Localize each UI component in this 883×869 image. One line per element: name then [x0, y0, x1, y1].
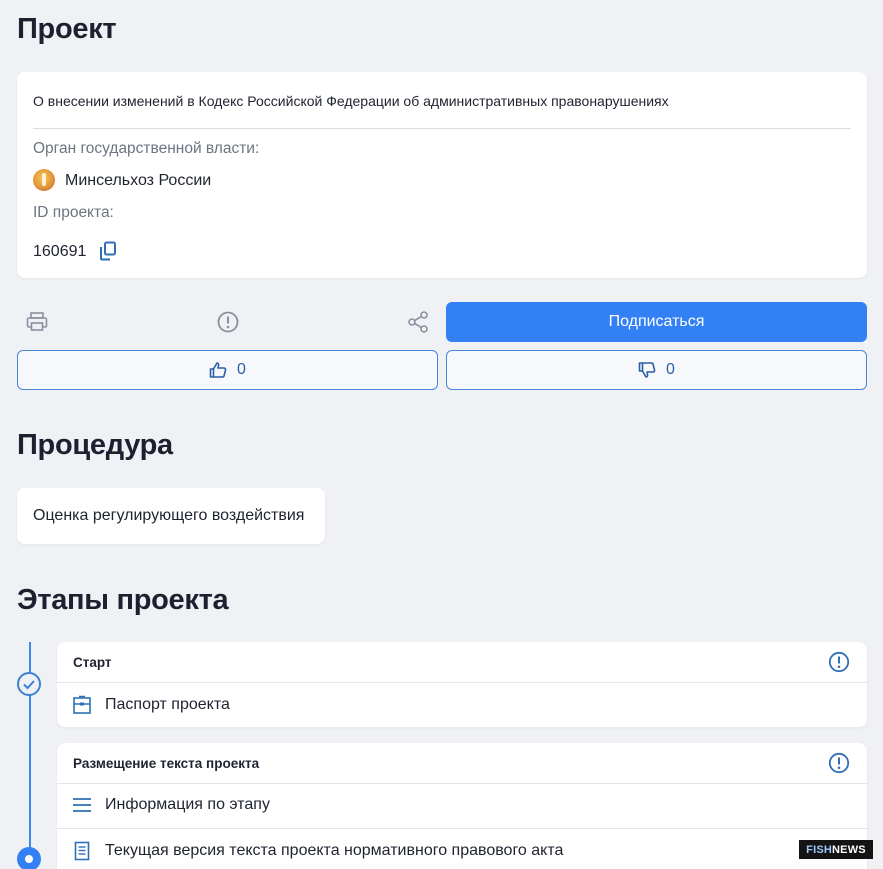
thumbs-up-icon: [209, 362, 227, 378]
dislike-count: 0: [666, 361, 675, 378]
stages-heading: Этапы проекта: [17, 584, 229, 616]
stage-card-text-placement: Размещение текста проекта Информация по …: [57, 743, 867, 869]
fishnews-watermark: FISH NEWS: [799, 840, 873, 859]
divider: [33, 128, 851, 129]
dislike-button[interactable]: 0: [446, 350, 867, 390]
procedure-heading: Процедура: [17, 429, 173, 461]
like-count: 0: [237, 361, 246, 378]
ministry-emblem-icon: [33, 169, 55, 191]
stage-row-link[interactable]: Паспорт проекта: [105, 696, 230, 714]
project-title: О внесении изменений в Кодекс Российской…: [33, 93, 669, 109]
stage-card-start: Старт Паспорт проекта: [57, 642, 867, 727]
menu-lines-icon: [73, 798, 91, 812]
divider: [57, 682, 867, 683]
watermark-part1: FISH: [806, 843, 833, 856]
stage-current-icon: [17, 847, 41, 869]
thumbs-down-icon: [638, 362, 656, 378]
id-value: 160691: [33, 243, 87, 260]
authority-value[interactable]: Минсельхоз России: [65, 172, 211, 190]
authority-label: Орган государственной власти:: [33, 140, 260, 157]
procedure-card: Оценка регулирующего воздействия: [17, 488, 325, 544]
stage-complete-icon: [17, 672, 41, 696]
info-icon[interactable]: [828, 651, 850, 673]
share-icon[interactable]: [406, 310, 430, 334]
subscribe-label: Подписаться: [608, 313, 705, 330]
subscribe-button[interactable]: Подписаться: [446, 302, 867, 342]
report-icon[interactable]: [216, 310, 240, 334]
stage-title: Размещение текста проекта: [73, 756, 260, 771]
like-button[interactable]: 0: [17, 350, 438, 390]
project-heading: Проект: [17, 13, 117, 45]
project-card: О внесении изменений в Кодекс Российской…: [17, 72, 867, 278]
copy-icon[interactable]: [99, 241, 117, 261]
watermark-part2: NEWS: [832, 843, 866, 856]
stage-row-link[interactable]: Информация по этапу: [105, 796, 270, 814]
divider: [57, 783, 867, 784]
print-icon[interactable]: [25, 310, 49, 334]
stage-title: Старт: [73, 655, 112, 670]
divider: [57, 828, 867, 829]
stage-row-link[interactable]: Текущая версия текста проекта нормативно…: [105, 842, 563, 860]
id-label: ID проекта:: [33, 204, 114, 221]
passport-icon: [73, 695, 91, 714]
document-icon: [74, 841, 90, 861]
info-icon[interactable]: [828, 752, 850, 774]
procedure-value: Оценка регулирующего воздействия: [33, 507, 305, 524]
